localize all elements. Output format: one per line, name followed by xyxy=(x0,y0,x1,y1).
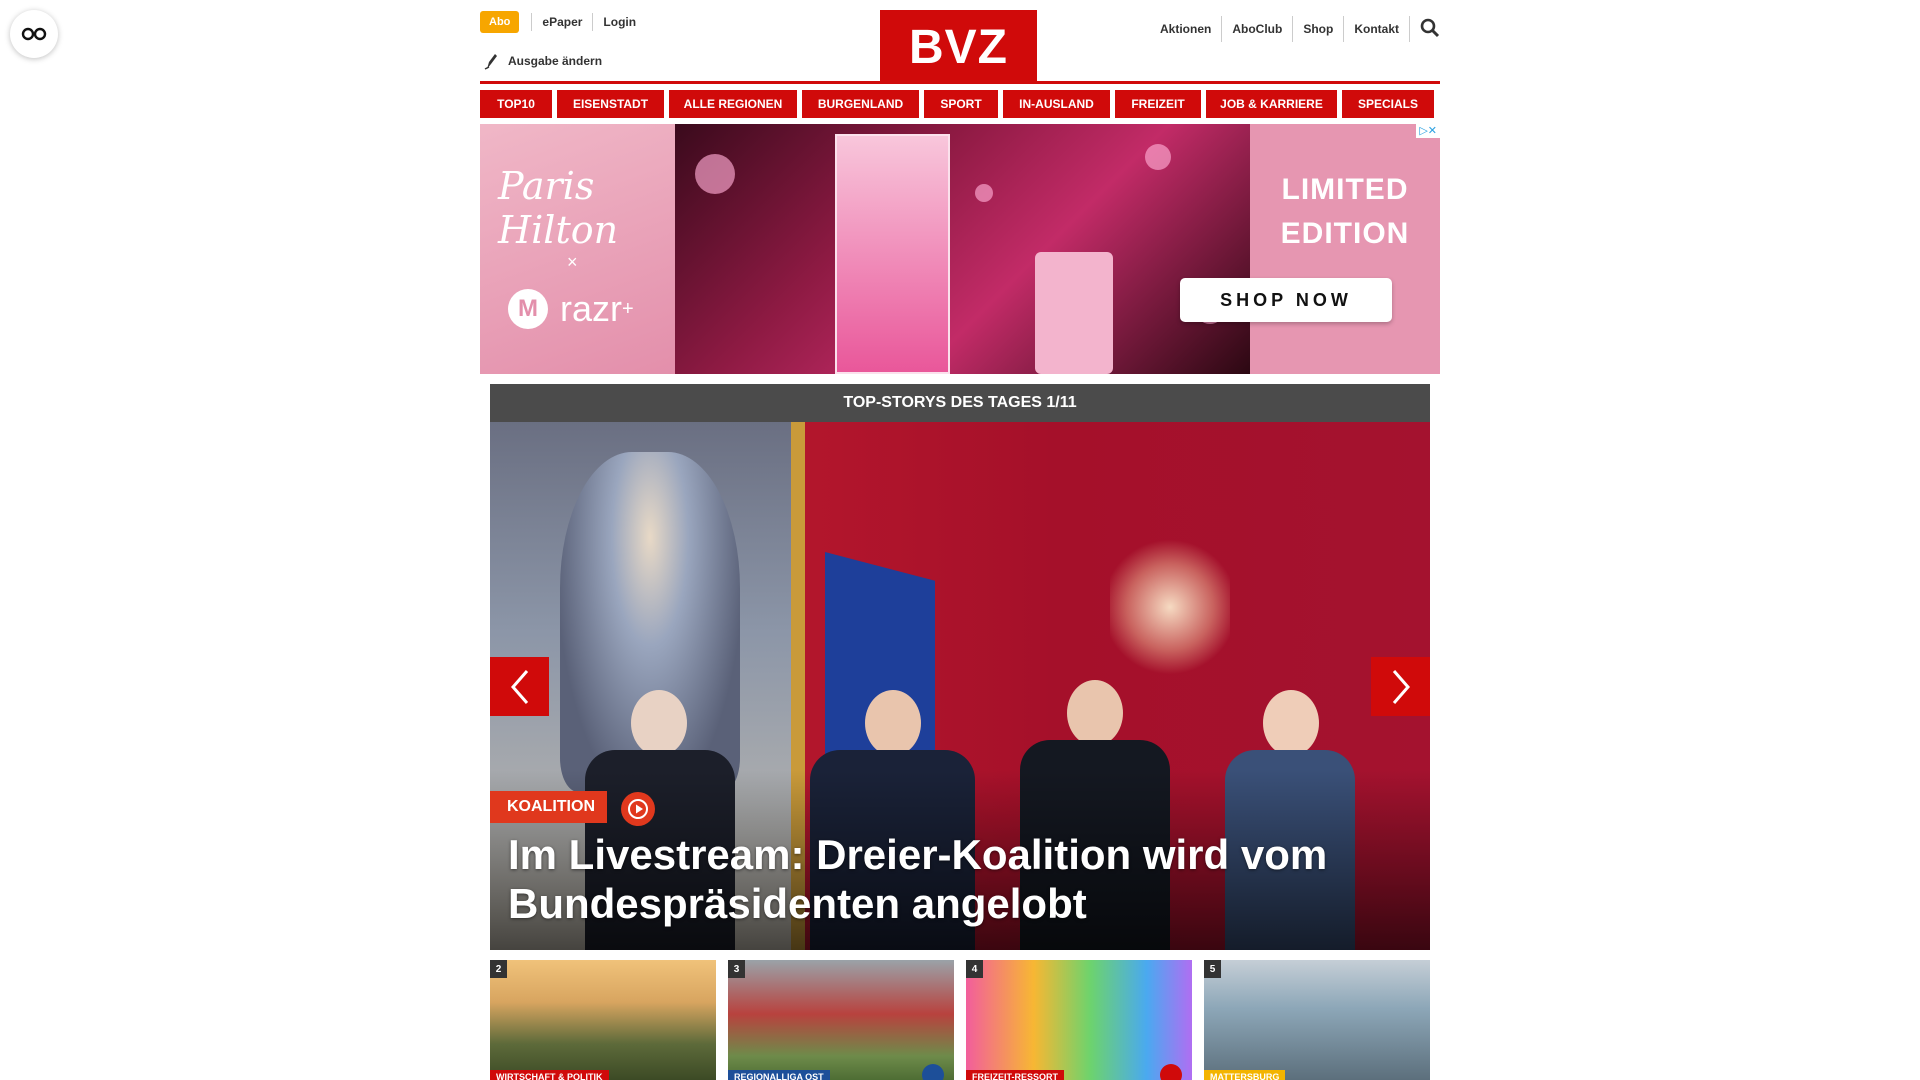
main-navigation: TOP10 EISENSTADT ALLE REGIONEN BURGENLAN… xyxy=(480,90,1440,118)
camera-icon xyxy=(922,1064,944,1080)
hero-category-tag[interactable]: KOALITION xyxy=(490,791,607,823)
story-thumb[interactable]: 5 MATTERSBURG xyxy=(1204,960,1430,1080)
video-play-button[interactable] xyxy=(621,792,655,826)
story-thumbnails: 2 WIRTSCHAFT & POLITIK 3 REGIONALLIGA OS… xyxy=(490,960,1430,1080)
ad-product-image xyxy=(675,124,1250,374)
nav-eisenstadt[interactable]: EISENSTADT xyxy=(557,90,664,118)
hero-story[interactable]: KOALITION Im Livestream: Dreier-Koalitio… xyxy=(490,422,1430,950)
story-thumb[interactable]: 4 FREIZEIT-RESSORT xyxy=(966,960,1192,1080)
nav-in-ausland[interactable]: IN-AUSLAND xyxy=(1003,90,1110,118)
nav-job-karriere[interactable]: JOB & KARRIERE xyxy=(1206,90,1337,118)
site-header: Abo ePaper Login Ausgabe ändern BVZ Akti… xyxy=(480,0,1440,84)
header-right-links: Aktionen AboClub Shop Kontakt xyxy=(1150,16,1440,42)
aboclub-link[interactable]: AboClub xyxy=(1222,16,1294,42)
ad-shop-now-button[interactable]: SHOP NOW xyxy=(1180,278,1392,322)
ad-brand-panel: Paris Hilton × M razr + xyxy=(480,124,675,374)
ad-text-panel: LIMITED EDITION xyxy=(1250,124,1440,374)
page-container: Abo ePaper Login Ausgabe ändern BVZ Akti… xyxy=(480,0,1440,1080)
story-number: 4 xyxy=(966,960,983,978)
carousel-next-button[interactable] xyxy=(1371,657,1430,716)
ad-signature: Paris Hilton xyxy=(498,164,619,252)
ad-brand: razr xyxy=(560,288,622,329)
edition-switch[interactable]: Ausgabe ändern xyxy=(484,52,602,70)
pen-icon xyxy=(484,54,497,70)
nav-sport[interactable]: SPORT xyxy=(924,90,998,118)
aktionen-link[interactable]: Aktionen xyxy=(1150,16,1223,42)
ad-times: × xyxy=(567,252,578,272)
nav-specials[interactable]: SPECIALS xyxy=(1342,90,1434,118)
story-category: WIRTSCHAFT & POLITIK xyxy=(490,1070,609,1080)
ad-headline: LIMITED EDITION xyxy=(1250,168,1440,256)
reader-mode-button[interactable] xyxy=(10,10,58,58)
nav-freizeit[interactable]: FREIZEIT xyxy=(1115,90,1201,118)
nav-alle-regionen[interactable]: ALLE REGIONEN xyxy=(669,90,797,118)
story-thumb[interactable]: 2 WIRTSCHAFT & POLITIK xyxy=(490,960,716,1080)
nav-burgenland[interactable]: BURGENLAND xyxy=(802,90,919,118)
play-icon xyxy=(628,799,648,819)
camera-icon xyxy=(1160,1064,1182,1080)
ad-headline-line2: EDITION xyxy=(1280,217,1410,250)
shop-link[interactable]: Shop xyxy=(1293,16,1345,42)
top-stories-heading: TOP-STORYS DES TAGES 1/11 xyxy=(490,384,1430,422)
hero-headline[interactable]: Im Livestream: Dreier-Koalition wird vom… xyxy=(508,830,1408,928)
nav-top10[interactable]: TOP10 xyxy=(480,90,552,118)
chevron-left-icon xyxy=(510,669,528,704)
chandelier xyxy=(1110,532,1230,682)
ad-headline-line1: LIMITED xyxy=(1281,173,1409,206)
story-category: FREIZEIT-RESSORT xyxy=(966,1070,1065,1080)
story-number: 5 xyxy=(1204,960,1221,978)
edition-label: Ausgabe ändern xyxy=(508,54,603,68)
site-logo[interactable]: BVZ xyxy=(880,10,1037,84)
story-category: REGIONALLIGA OST xyxy=(728,1070,830,1080)
adchoices-icon[interactable]: ▷✕ xyxy=(1416,124,1440,138)
chevron-right-icon xyxy=(1392,669,1410,704)
story-number: 3 xyxy=(728,960,745,978)
search-button[interactable] xyxy=(1410,18,1440,41)
ad-brand-sup: + xyxy=(622,297,634,320)
ad-product-phone xyxy=(1035,252,1113,374)
login-link[interactable]: Login xyxy=(592,13,646,31)
abo-button[interactable]: Abo xyxy=(480,11,520,33)
story-category: MATTERSBURG xyxy=(1204,1070,1286,1080)
story-number: 2 xyxy=(490,960,507,978)
motorola-icon: M xyxy=(508,289,548,329)
ad-razr-logo: M razr + xyxy=(508,288,634,330)
epaper-link[interactable]: ePaper xyxy=(531,13,592,31)
advertisement-banner[interactable]: Paris Hilton × M razr + LIMITED EDITION S… xyxy=(480,124,1440,374)
ad-product-box xyxy=(835,134,950,374)
search-icon xyxy=(1420,18,1440,37)
carousel-prev-button[interactable] xyxy=(490,657,549,716)
story-thumb[interactable]: 3 REGIONALLIGA OST xyxy=(728,960,954,1080)
kontakt-link[interactable]: Kontakt xyxy=(1344,16,1410,42)
glasses-icon xyxy=(21,27,47,41)
header-left-links: Abo ePaper Login xyxy=(480,11,646,33)
